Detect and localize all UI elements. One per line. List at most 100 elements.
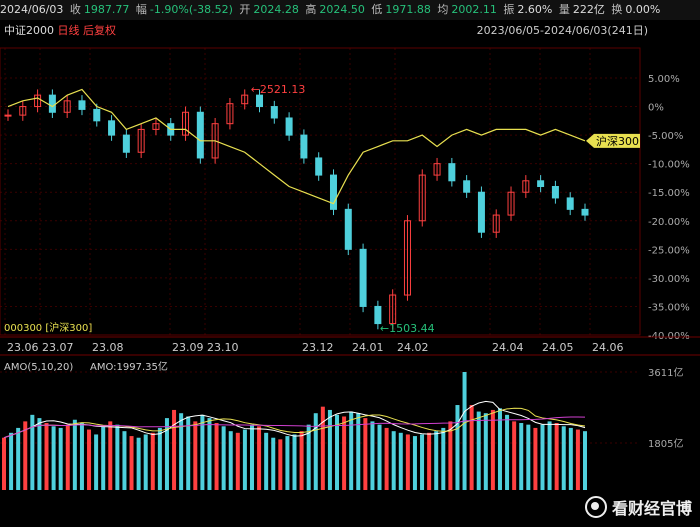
watermark-text: 看财经官博 <box>611 499 692 518</box>
plot-frame <box>0 47 641 336</box>
volume-bar <box>150 432 155 490</box>
volume-bar <box>221 426 226 490</box>
candle <box>48 94 56 113</box>
volume-bar <box>398 432 403 490</box>
volume-bar <box>136 437 141 490</box>
volume-bar <box>172 409 177 490</box>
x-tick-label: 23.07 <box>42 341 74 354</box>
volume-bar <box>37 418 42 490</box>
vol-tick: 1805亿 <box>648 437 683 450</box>
x-tick-label: 23.12 <box>302 341 334 354</box>
volume-bar <box>561 426 566 490</box>
volume-bar <box>391 431 396 490</box>
volume-bar <box>462 372 467 490</box>
min-label: ←1503.44 <box>380 322 435 335</box>
volume-bar <box>505 414 510 490</box>
volume-bar <box>519 423 524 490</box>
volume-bar <box>313 413 318 490</box>
x-tick-label: 23.10 <box>207 341 239 354</box>
x-tick-label: 24.02 <box>397 341 429 354</box>
volume-bar <box>179 413 184 490</box>
candle <box>78 100 86 110</box>
amo-title: AMO(5,10,20) <box>4 362 73 373</box>
candle <box>374 305 382 325</box>
volume-bar <box>101 426 106 490</box>
candle <box>344 208 352 250</box>
volume-bar <box>412 436 417 490</box>
volume-bar <box>51 426 56 490</box>
volume-bar <box>79 423 84 490</box>
volume-bar <box>87 429 92 490</box>
volume-bar <box>207 418 212 490</box>
volume-bar <box>370 421 375 490</box>
volume-bar <box>257 426 262 490</box>
vol-tick: 3611亿 <box>648 366 683 379</box>
volume-bar <box>65 424 70 490</box>
volume-bar <box>490 409 495 490</box>
x-tick-label: 23.08 <box>92 341 124 354</box>
volume-bar <box>157 427 162 490</box>
volume-bar <box>540 424 545 490</box>
legend-compare: 000300 [沪深300] <box>4 321 92 334</box>
volume-bar <box>583 431 587 490</box>
volume-bar <box>512 421 517 490</box>
volume-bar <box>448 421 453 490</box>
kline-chart[interactable]: 5.00% 0% -5.00% -10.00% -15.00% -20.00% -25.00… <box>0 0 700 527</box>
candle <box>122 134 130 153</box>
watermark: 看财经官博 <box>584 495 692 519</box>
volume-bar <box>235 432 240 490</box>
volume-bar <box>115 424 120 490</box>
candle <box>108 120 116 136</box>
candle <box>285 117 293 136</box>
candle <box>196 111 204 159</box>
x-tick-label: 24.06 <box>592 341 624 354</box>
volume-bar <box>2 437 6 490</box>
volume-bar <box>16 427 21 490</box>
y-tick-label: 0% <box>648 103 664 114</box>
volume-bar <box>476 411 481 490</box>
volume-bar <box>129 436 134 490</box>
hs300-tag-label: 沪深300 <box>596 134 639 148</box>
weibo-icon <box>584 496 607 518</box>
volume-bar <box>547 421 552 490</box>
volume-bar <box>441 427 446 490</box>
volume-bar <box>342 416 347 490</box>
volume-bar <box>526 424 531 490</box>
candle <box>463 180 471 193</box>
volume-bar <box>299 431 304 490</box>
volume-bar <box>420 434 425 490</box>
volume-bar <box>455 405 460 490</box>
volume-bar <box>384 427 389 490</box>
max-label: ←2521.13 <box>251 83 306 96</box>
volume-bar <box>292 434 297 490</box>
volume-bar <box>377 424 382 490</box>
volume-bar <box>320 406 325 490</box>
y-tick-label: -5.00% <box>648 131 683 142</box>
volume-bar <box>568 427 573 490</box>
x-tick-label: 24.01 <box>352 341 384 354</box>
volume-bar <box>427 432 432 490</box>
volume-bar <box>214 423 219 490</box>
y-tick-label: -20.00% <box>648 217 690 228</box>
volume-bar <box>335 414 340 490</box>
volume-bar <box>434 431 439 490</box>
amo-value: AMO:1997.35亿 <box>90 360 168 373</box>
volume-bar <box>193 421 198 490</box>
volume-bar <box>200 414 205 490</box>
volume-bar <box>264 432 269 490</box>
y-tick-label: 5.00% <box>648 74 680 85</box>
y-tick-label: -35.00% <box>648 302 690 313</box>
volume-bar <box>405 434 410 490</box>
volume-bar <box>143 434 148 490</box>
volume-bar <box>554 423 559 490</box>
y-tick-label: -15.00% <box>648 188 690 199</box>
volume-bar <box>469 405 474 490</box>
x-tick-label: 23.09 <box>172 341 204 354</box>
candle <box>359 248 367 307</box>
candle <box>581 208 589 216</box>
volume-bar <box>228 431 233 490</box>
y-tick-label: -30.00% <box>648 274 690 285</box>
volume-bar <box>497 408 502 490</box>
volume-bar <box>483 413 488 490</box>
volume-bar <box>58 427 63 490</box>
